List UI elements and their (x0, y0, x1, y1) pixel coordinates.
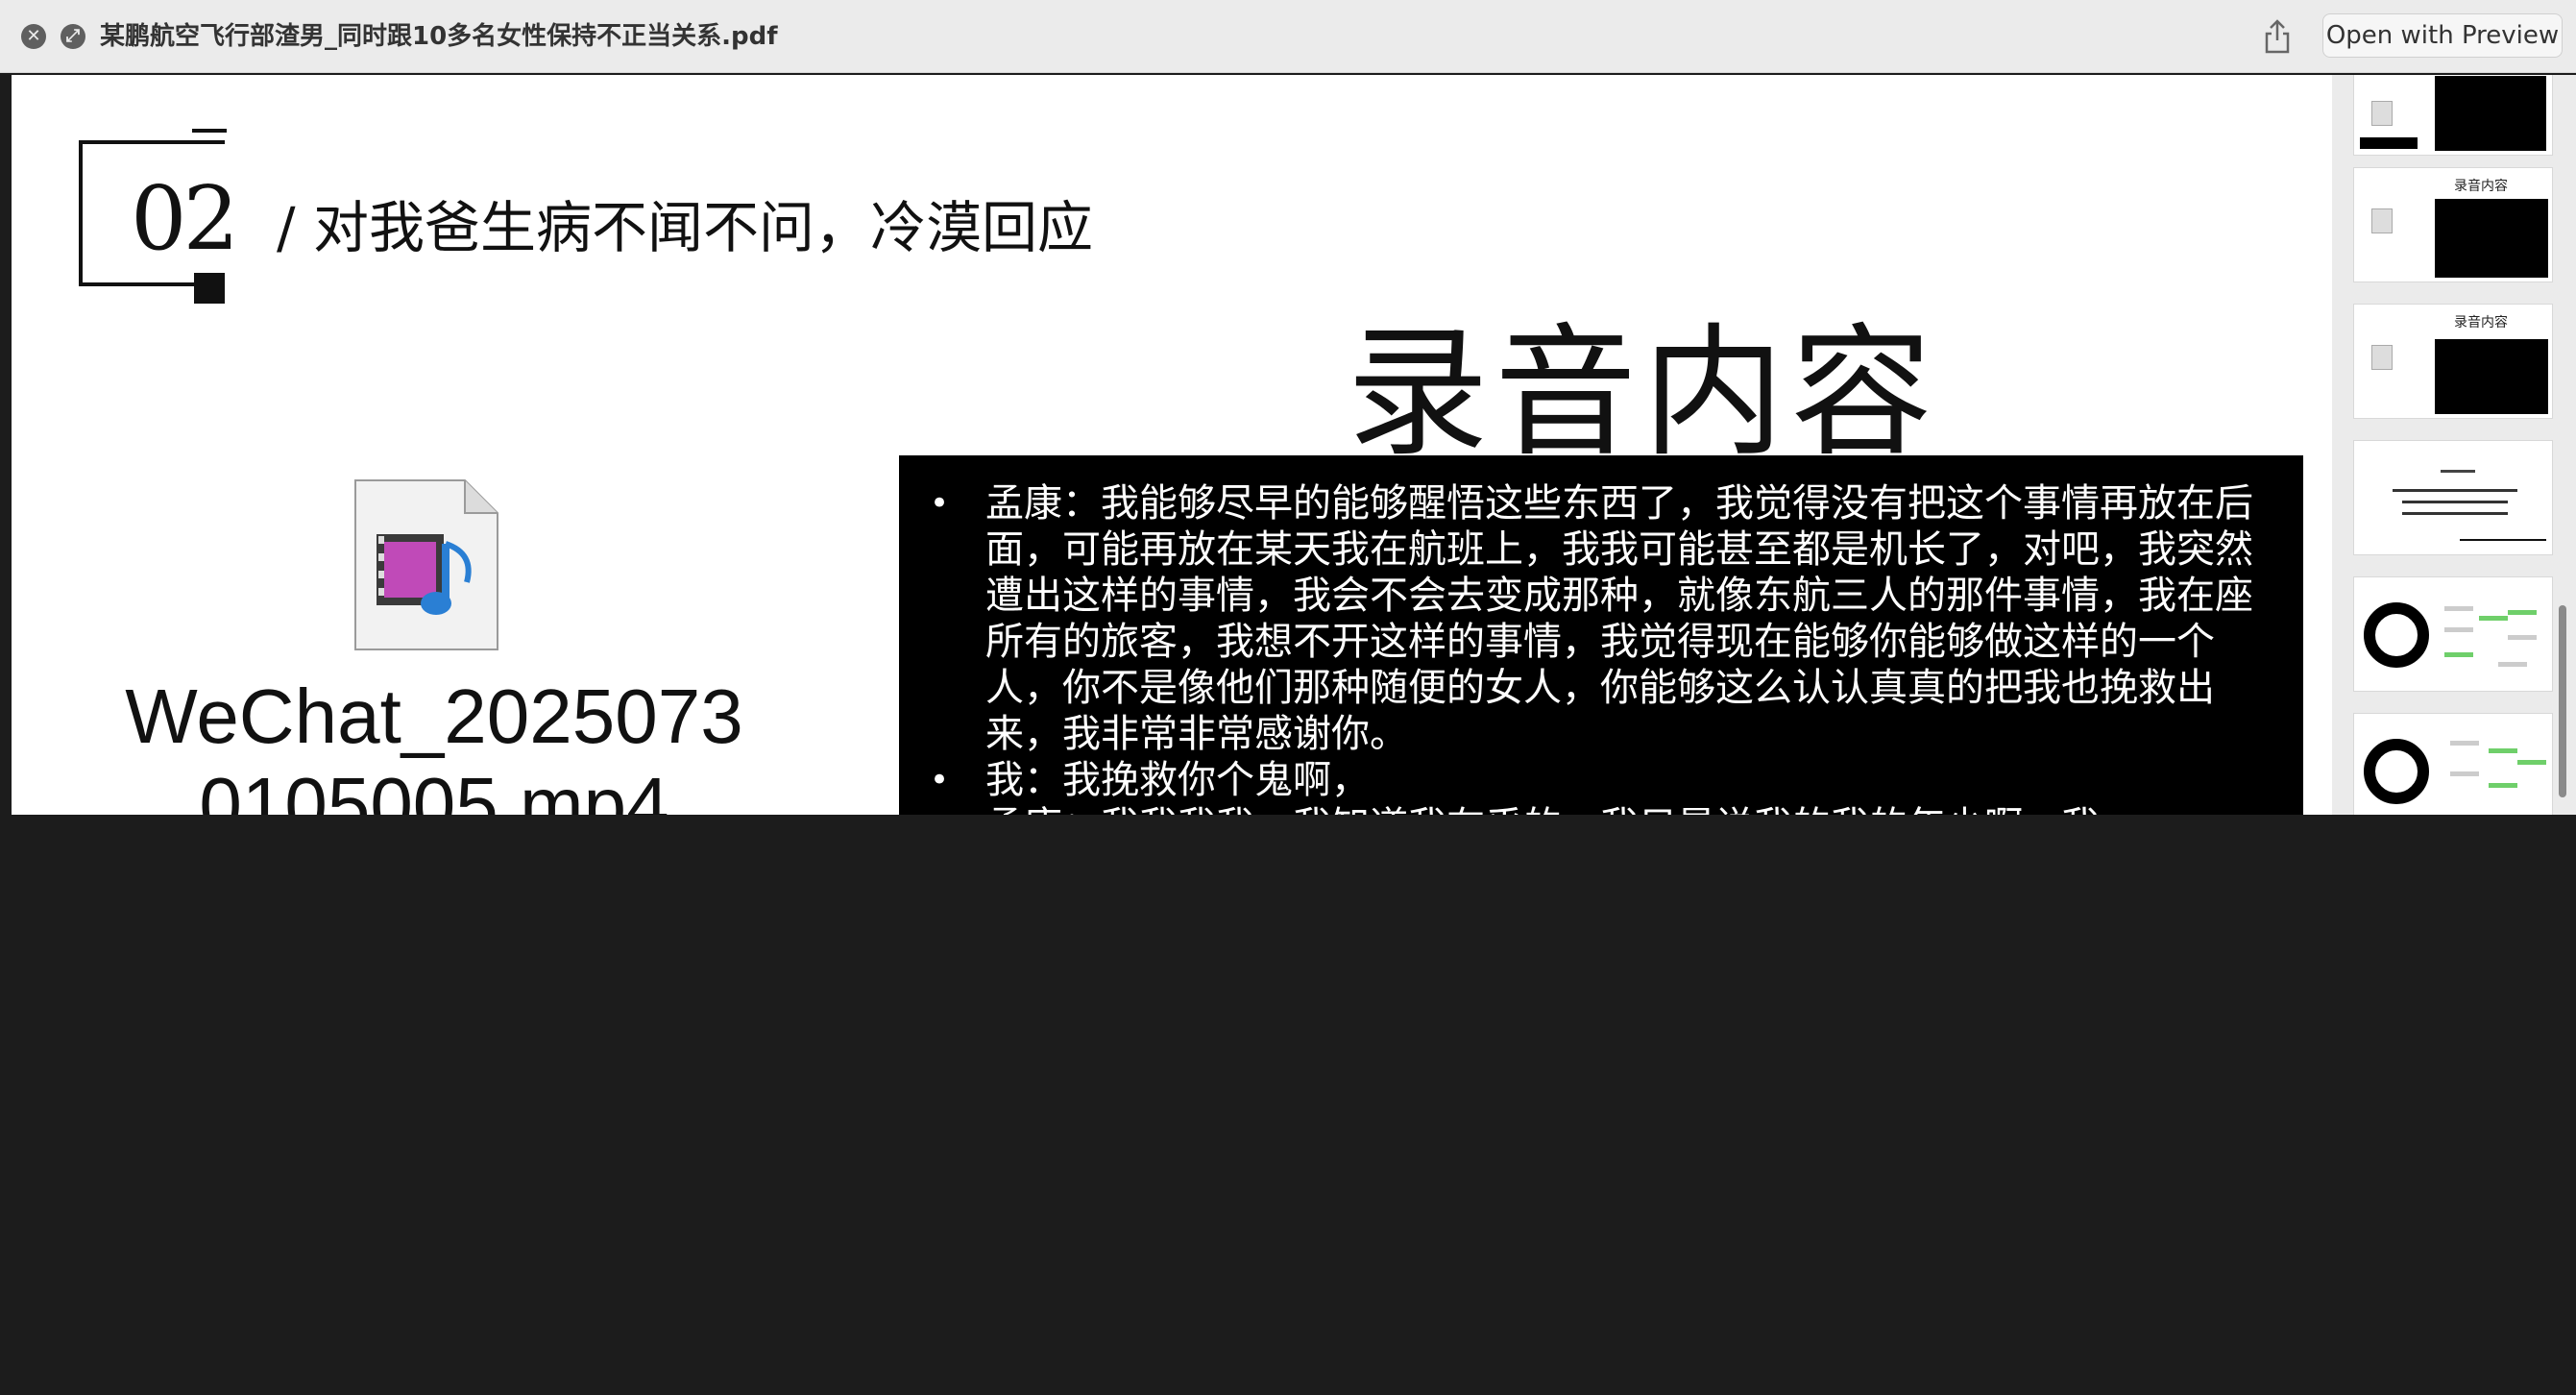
transcript-line: 孟康：我我我我，我知道我在乎的，我只是说我的我的年少啊，我 (930, 803, 2274, 815)
thumbnail-file-icon (2371, 345, 2393, 370)
transcript-line: 我：我挽救你个鬼啊， (930, 757, 2274, 803)
attachment-filename-line1: WeChat_2025073 (125, 673, 741, 759)
fullscreen-icon[interactable]: ⤢ (61, 24, 85, 49)
thumbnail-heading: 录音内容 (2454, 315, 2508, 330)
section-title: / 对我爸生病不闻不问，冷漠回应 (277, 195, 1093, 260)
transcript-line: 孟康：我能够尽早的能够醒悟这些东西了，我觉得没有把这个事情再放在后面，可能再放在… (930, 480, 2274, 757)
attachment-filename-line2: 0105005.mp4 (199, 762, 669, 815)
video-file-icon[interactable] (350, 477, 503, 653)
page-heading: 录音内容 (1347, 310, 1938, 476)
thumbnail-page[interactable]: 录音内容 (2353, 304, 2553, 419)
sidebar-scrollbar[interactable] (2559, 605, 2566, 797)
transcript-box: 孟康：我能够尽早的能够醒悟这些东西了，我觉得没有把这个事情再放在后面，可能再放在… (899, 455, 2303, 815)
close-icon[interactable]: ✕ (21, 24, 46, 49)
section-number: 02 (131, 167, 239, 270)
thumbnail-page[interactable] (2353, 576, 2553, 692)
share-icon[interactable] (2261, 17, 2294, 56)
thumbnail-page[interactable]: 录音内容 (2353, 167, 2553, 282)
thumbnail-file-icon (2371, 101, 2393, 126)
thumbnail-sidebar[interactable]: 录音内容 录音内容 (2332, 75, 2576, 815)
desktop-background (0, 815, 2576, 1395)
attachment-filename: WeChat_2025073 0105005.mp4 (108, 673, 741, 815)
thumbnail-heading: 录音内容 (2454, 179, 2508, 194)
thumbnail-page[interactable] (2353, 440, 2553, 555)
quicklook-titlebar: ✕ ⤢ 某鹏航空飞行部渣男_同时跟10多名女性保持不正当关系.pdf Open … (0, 0, 2576, 73)
section-bracket-tick (192, 129, 227, 133)
thumbnail-page[interactable] (2353, 75, 2553, 156)
document-title: 某鹏航空飞行部渣男_同时跟10多名女性保持不正当关系.pdf (100, 22, 778, 51)
pdf-page: 02 / 对我爸生病不闻不问，冷漠回应 录音内容 WeChat_2025073 … (12, 75, 2332, 815)
open-with-preview-button[interactable]: Open with Preview (2322, 13, 2563, 58)
section-bracket-square (194, 273, 225, 304)
thumbnail-page[interactable] (2353, 713, 2553, 815)
thumbnail-file-icon (2371, 208, 2393, 233)
